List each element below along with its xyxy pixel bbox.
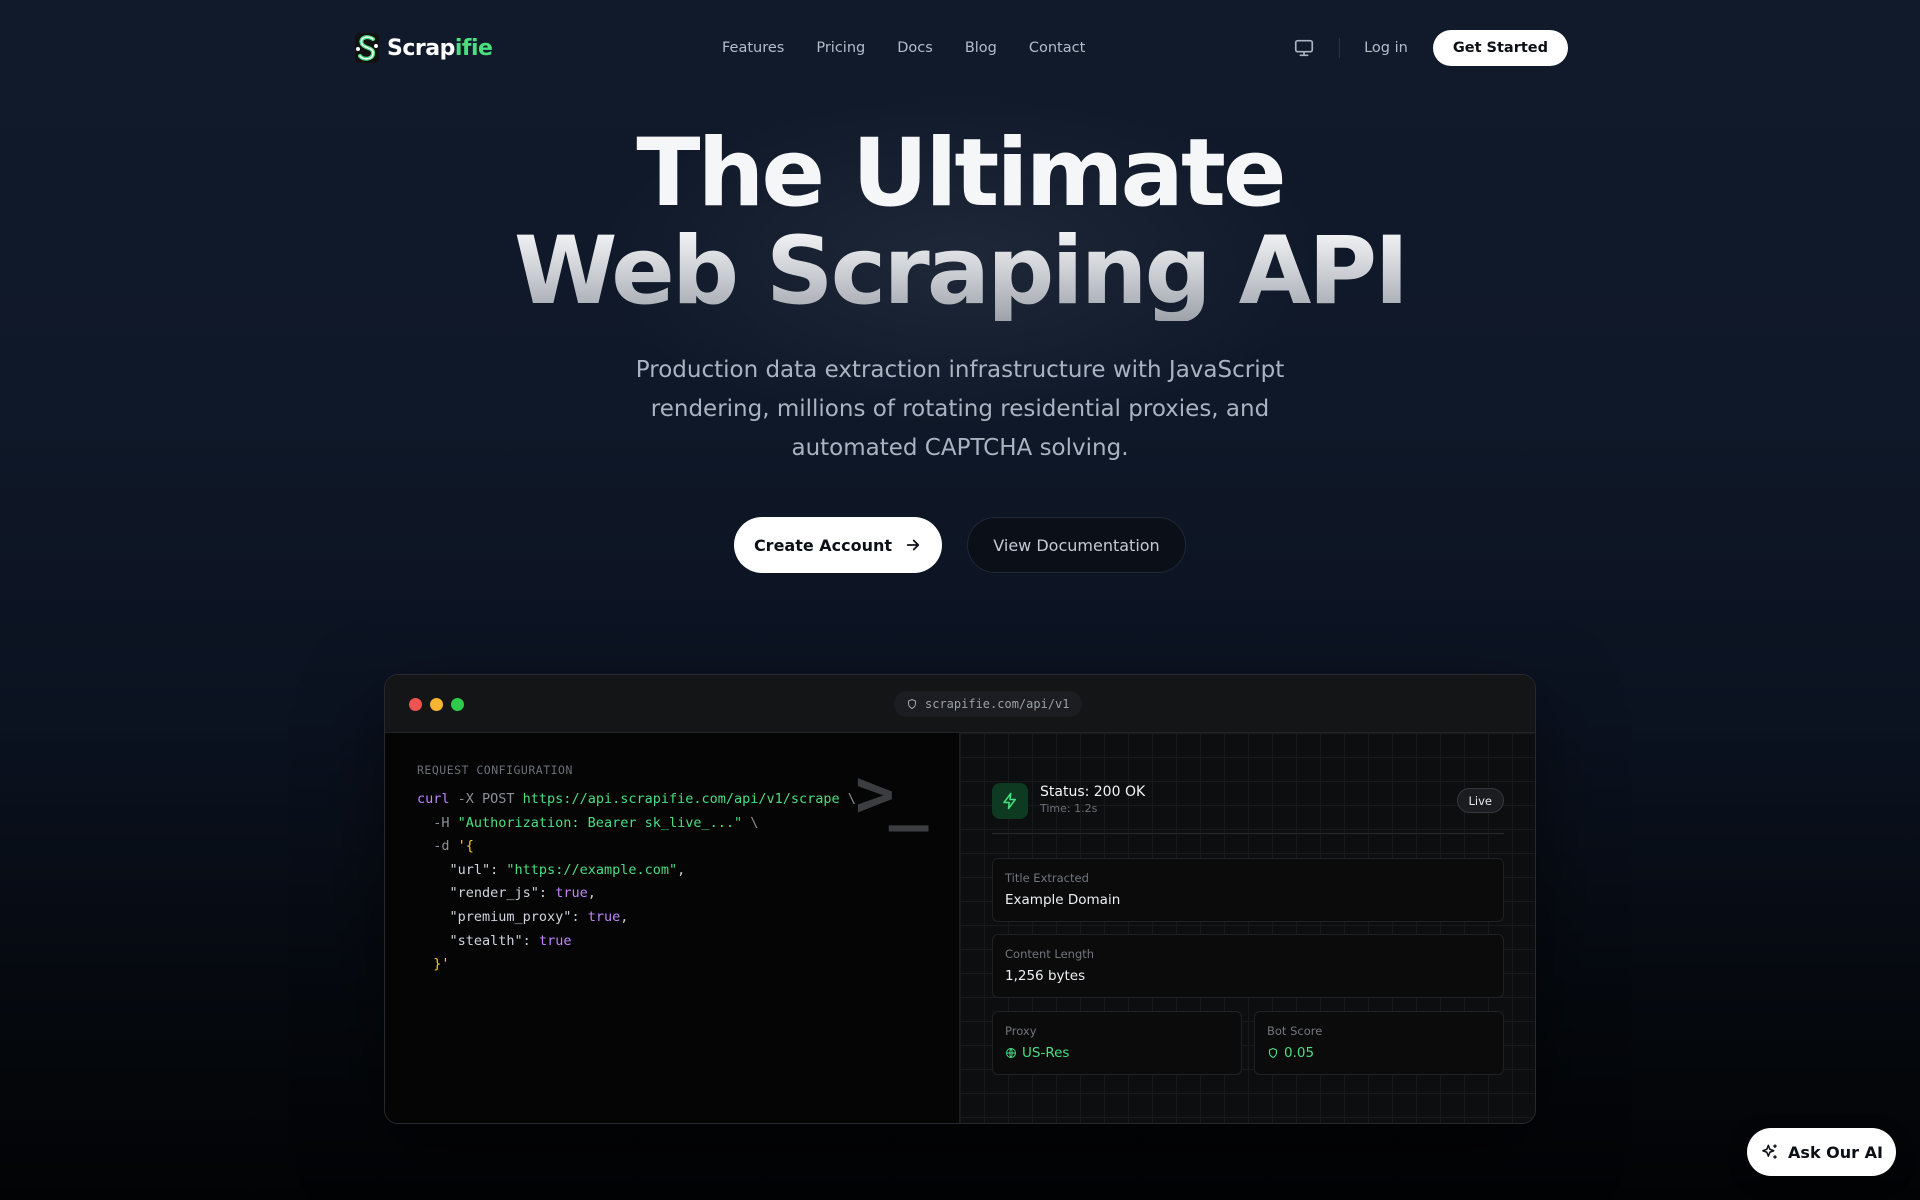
code-flag-h: -H [417, 814, 458, 831]
code-close: }' [417, 956, 450, 973]
code-val-true: true [587, 908, 621, 925]
sparkles-icon [1762, 1144, 1777, 1159]
nav-link-pricing[interactable]: Pricing [816, 40, 865, 56]
status-badge [992, 783, 1028, 819]
code-cont: \ [742, 814, 759, 831]
title-extracted-card: Title Extracted Example Domain [992, 858, 1504, 922]
shield-icon [907, 698, 917, 710]
code-cont: \ [839, 791, 856, 807]
live-badge: Live [1456, 788, 1504, 813]
code-key-url: "url" [417, 861, 491, 878]
request-pane: REQUEST CONFIGURATION >_ curl -X POST ht… [385, 733, 960, 1123]
proxy-card: Proxy US-Res [992, 1011, 1242, 1075]
title-extracted-value: Example Domain [1005, 892, 1121, 908]
logo-text-part2: ifie [454, 35, 493, 61]
globe-icon [1006, 1048, 1016, 1058]
code-auth: "Authorization: Bearer sk_live_..." [457, 814, 743, 831]
nav-link-docs[interactable]: Docs [897, 40, 933, 56]
create-account-label: Create Account [753, 535, 893, 555]
hero-title: The Ultimate Web Scraping API [0, 125, 1920, 321]
ask-ai-button[interactable]: Ask Our AI [1747, 1128, 1896, 1176]
view-documentation-button[interactable]: View Documentation [967, 517, 1186, 573]
terminal-prompt-icon: >_ [855, 755, 929, 832]
code-val-true: true [538, 932, 572, 949]
nav-actions: Log in Get Started [1293, 29, 1568, 67]
bot-score-label: Bot Score [1267, 1024, 1323, 1038]
title-extracted-label: Title Extracted [1005, 871, 1089, 885]
bot-score-card: Bot Score 0.05 [1254, 1011, 1504, 1075]
hero-title-line2: Web Scraping API [0, 223, 1920, 321]
code-key-premium: "premium_proxy" [417, 908, 572, 925]
window-titlebar: scrapifie.com/api/v1 [385, 675, 1535, 733]
nav-link-blog[interactable]: Blog [965, 40, 997, 56]
close-dot [409, 698, 422, 711]
response-pane: Status: 200 OK Time: 1.2s Live Title Ext… [960, 733, 1535, 1123]
content-length-card: Content Length 1,256 bytes [992, 934, 1504, 998]
arrow-right-icon [906, 539, 920, 551]
content-length-label: Content Length [1005, 947, 1095, 961]
hero-title-line1: The Ultimate [636, 119, 1286, 228]
login-link[interactable]: Log in [1364, 40, 1408, 56]
code-flag-d: -d [417, 838, 458, 855]
top-nav: Scrapifie Features Pricing Docs Blog Con… [353, 29, 1568, 67]
ask-ai-label: Ask Our AI [1788, 1142, 1883, 1162]
proxy-value: US-Res [1005, 1045, 1069, 1061]
monitor-icon[interactable] [1293, 37, 1315, 59]
code-key-stealth: "stealth" [417, 932, 523, 949]
code-flag-x: -X POST [449, 791, 523, 807]
nav-link-contact[interactable]: Contact [1029, 40, 1085, 56]
code-val-true: true [555, 885, 588, 902]
code-open: '{ [457, 838, 474, 855]
nav-divider [1339, 38, 1341, 58]
logo[interactable]: Scrapifie [353, 32, 493, 64]
bot-score-value-text: 0.05 [1284, 1045, 1315, 1061]
get-started-button[interactable]: Get Started [1432, 30, 1568, 66]
bot-score-value: 0.05 [1267, 1045, 1314, 1061]
logo-text: Scrapifie [387, 35, 493, 61]
status-time: Time: 1.2s [1040, 802, 1098, 815]
url-text: scrapifie.com/api/v1 [925, 697, 1070, 711]
lightning-icon [1003, 792, 1016, 810]
logo-text-part1: Scrap [387, 35, 455, 61]
hero-subtitle: Production data extraction infrastructur… [635, 357, 1285, 461]
url-pill: scrapifie.com/api/v1 [894, 691, 1082, 717]
response-divider [992, 833, 1504, 834]
code-endpoint: https://api.scrapifie.com/api/v1/scrape [522, 791, 840, 807]
proxy-label: Proxy [1005, 1024, 1037, 1038]
code-val-url: "https://example.com" [506, 861, 678, 878]
request-label: REQUEST CONFIGURATION [417, 763, 573, 777]
scrapifie-logo-icon [355, 33, 379, 63]
minimize-dot [430, 698, 443, 711]
nav-links: Features Pricing Docs Blog Contact [722, 29, 1085, 67]
nav-link-features[interactable]: Features [722, 40, 784, 56]
code-key-render: "render_js" [417, 885, 539, 902]
create-account-button[interactable]: Create Account [734, 517, 942, 573]
api-demo-window: scrapifie.com/api/v1 REQUEST CONFIGURATI… [384, 674, 1536, 1124]
code-cmd: curl [417, 791, 450, 807]
curl-code-block: curl -X POST https://api.scrapifie.com/a… [417, 791, 856, 973]
shield-icon [1268, 1047, 1278, 1059]
status-text: Status: 200 OK [1040, 784, 1146, 800]
maximize-dot [451, 698, 464, 711]
proxy-value-text: US-Res [1022, 1045, 1070, 1061]
content-length-value: 1,256 bytes [1005, 968, 1086, 984]
